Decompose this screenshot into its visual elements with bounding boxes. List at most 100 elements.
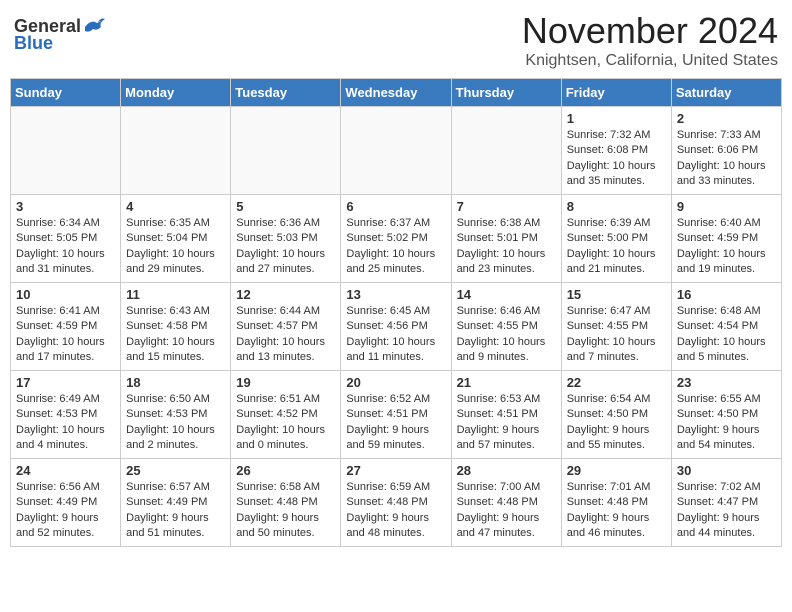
calendar-cell: 6Sunrise: 6:37 AMSunset: 5:02 PMDaylight… [341,195,451,283]
cell-info: Sunrise: 6:38 AMSunset: 5:01 PMDaylight:… [457,216,556,278]
calendar-cell: 28 Sunrise: 7:00 AMSunset: 4:48 PMDayligh… [451,459,561,547]
cell-info: Sunrise: 6:36 AMSunset: 5:03 PMDaylight:… [236,216,335,278]
col-header-friday: Friday [561,79,671,107]
cell-info: Sunrise: 6:44 AMSunset: 4:57 PMDaylight:… [236,304,335,366]
cell-info: Sunrise: 7:00 AMSunset: 4:48 PMDaylight:… [457,480,556,542]
day-number: 30 [677,463,776,478]
col-header-thursday: Thursday [451,79,561,107]
calendar-cell: 3 Sunrise: 6:34 AMSunset: 5:05 PMDaylight… [11,195,121,283]
cell-info: Sunrise: 7:33 AMSunset: 6:06 PMDaylight:… [677,128,776,190]
day-number: 12 [236,287,335,302]
cell-info: Sunrise: 7:02 AMSunset: 4:47 PMDaylight:… [677,480,776,542]
cell-info: Sunrise: 6:53 AMSunset: 4:51 PMDaylight:… [457,392,556,454]
day-number: 17 [16,375,115,390]
day-number: 14 [457,287,556,302]
calendar-cell: 19 Sunrise: 6:51 AMSunset: 4:52 PMDayligh… [231,371,341,459]
col-header-wednesday: Wednesday [341,79,451,107]
cell-info: Sunrise: 6:58 AMSunset: 4:48 PMDaylight:… [236,480,335,542]
cell-info: Sunrise: 6:54 AMSunset: 4:50 PMDaylight:… [567,392,666,454]
day-number: 1 [567,111,666,126]
calendar-cell [121,107,231,195]
cell-info: Sunrise: 6:56 AMSunset: 4:49 PMDaylight:… [16,480,115,542]
day-number: 13 [346,287,445,302]
calendar-week-row: 10 Sunrise: 6:41 AMSunset: 4:59 PMDayligh… [11,283,782,371]
calendar-cell: 17 Sunrise: 6:49 AMSunset: 4:53 PMDayligh… [11,371,121,459]
calendar-cell [231,107,341,195]
day-number: 10 [16,287,115,302]
cell-info: Sunrise: 6:47 AMSunset: 4:55 PMDaylight:… [567,304,666,366]
calendar-cell: 29 Sunrise: 7:01 AMSunset: 4:48 PMDayligh… [561,459,671,547]
title-section: November 2024 Knightsen, California, Uni… [522,10,778,70]
day-number: 20 [346,375,445,390]
cell-info: Sunrise: 6:39 AMSunset: 5:00 PMDaylight:… [567,216,666,278]
cell-info: Sunrise: 6:40 AMSunset: 4:59 PMDaylight:… [677,216,776,278]
day-number: 18 [126,375,225,390]
col-header-sunday: Sunday [11,79,121,107]
day-number: 19 [236,375,335,390]
day-number: 11 [126,287,225,302]
cell-info: Sunrise: 6:34 AMSunset: 5:05 PMDaylight:… [16,216,115,278]
cell-info: Sunrise: 6:55 AMSunset: 4:50 PMDaylight:… [677,392,776,454]
day-number: 21 [457,375,556,390]
calendar-cell: 20 Sunrise: 6:52 AMSunset: 4:51 PMDayligh… [341,371,451,459]
calendar-header-row: SundayMondayTuesdayWednesdayThursdayFrid… [11,79,782,107]
calendar-cell: 24 Sunrise: 6:56 AMSunset: 4:49 PMDayligh… [11,459,121,547]
calendar-cell [11,107,121,195]
day-number: 15 [567,287,666,302]
calendar-cell: 23 Sunrise: 6:55 AMSunset: 4:50 PMDayligh… [671,371,781,459]
calendar-cell: 21 Sunrise: 6:53 AMSunset: 4:51 PMDayligh… [451,371,561,459]
calendar-cell: 9Sunrise: 6:40 AMSunset: 4:59 PMDaylight… [671,195,781,283]
cell-info: Sunrise: 6:59 AMSunset: 4:48 PMDaylight:… [346,480,445,542]
calendar-cell: 5 Sunrise: 6:36 AMSunset: 5:03 PMDaylight… [231,195,341,283]
calendar-cell: 16Sunrise: 6:48 AMSunset: 4:54 PMDayligh… [671,283,781,371]
cell-info: Sunrise: 6:52 AMSunset: 4:51 PMDaylight:… [346,392,445,454]
cell-info: Sunrise: 6:57 AMSunset: 4:49 PMDaylight:… [126,480,225,542]
calendar-cell: 8 Sunrise: 6:39 AMSunset: 5:00 PMDaylight… [561,195,671,283]
calendar-cell: 7 Sunrise: 6:38 AMSunset: 5:01 PMDaylight… [451,195,561,283]
day-number: 24 [16,463,115,478]
day-number: 4 [126,199,225,214]
calendar-cell: 18 Sunrise: 6:50 AMSunset: 4:53 PMDayligh… [121,371,231,459]
day-number: 26 [236,463,335,478]
day-number: 5 [236,199,335,214]
cell-info: Sunrise: 6:41 AMSunset: 4:59 PMDaylight:… [16,304,115,366]
cell-info: Sunrise: 7:01 AMSunset: 4:48 PMDaylight:… [567,480,666,542]
calendar-cell: 15 Sunrise: 6:47 AMSunset: 4:55 PMDayligh… [561,283,671,371]
calendar-week-row: 1 Sunrise: 7:32 AMSunset: 6:08 PMDaylight… [11,107,782,195]
day-number: 3 [16,199,115,214]
calendar-cell: 26 Sunrise: 6:58 AMSunset: 4:48 PMDayligh… [231,459,341,547]
day-number: 2 [677,111,776,126]
calendar-cell: 22 Sunrise: 6:54 AMSunset: 4:50 PMDayligh… [561,371,671,459]
month-title: November 2024 [522,10,778,52]
header: General Blue November 2024 Knightsen, Ca… [10,10,782,70]
location-title: Knightsen, California, United States [522,52,778,70]
calendar-week-row: 17 Sunrise: 6:49 AMSunset: 4:53 PMDayligh… [11,371,782,459]
day-number: 23 [677,375,776,390]
cell-info: Sunrise: 7:32 AMSunset: 6:08 PMDaylight:… [567,128,666,190]
col-header-tuesday: Tuesday [231,79,341,107]
calendar-cell: 13 Sunrise: 6:45 AMSunset: 4:56 PMDayligh… [341,283,451,371]
cell-info: Sunrise: 6:51 AMSunset: 4:52 PMDaylight:… [236,392,335,454]
logo-bird-icon [83,17,105,35]
calendar-cell: 30 Sunrise: 7:02 AMSunset: 4:47 PMDayligh… [671,459,781,547]
cell-info: Sunrise: 6:49 AMSunset: 4:53 PMDaylight:… [16,392,115,454]
calendar-week-row: 3 Sunrise: 6:34 AMSunset: 5:05 PMDaylight… [11,195,782,283]
calendar-cell: 25 Sunrise: 6:57 AMSunset: 4:49 PMDayligh… [121,459,231,547]
cell-info: Sunrise: 6:45 AMSunset: 4:56 PMDaylight:… [346,304,445,366]
cell-info: Sunrise: 6:50 AMSunset: 4:53 PMDaylight:… [126,392,225,454]
day-number: 22 [567,375,666,390]
day-number: 7 [457,199,556,214]
col-header-monday: Monday [121,79,231,107]
calendar-table: SundayMondayTuesdayWednesdayThursdayFrid… [10,78,782,547]
calendar-cell: 11 Sunrise: 6:43 AMSunset: 4:58 PMDayligh… [121,283,231,371]
day-number: 25 [126,463,225,478]
day-number: 28 [457,463,556,478]
day-number: 29 [567,463,666,478]
calendar-cell: 1 Sunrise: 7:32 AMSunset: 6:08 PMDaylight… [561,107,671,195]
cell-info: Sunrise: 6:35 AMSunset: 5:04 PMDaylight:… [126,216,225,278]
calendar-cell: 4 Sunrise: 6:35 AMSunset: 5:04 PMDaylight… [121,195,231,283]
cell-info: Sunrise: 6:43 AMSunset: 4:58 PMDaylight:… [126,304,225,366]
day-number: 8 [567,199,666,214]
calendar-cell: 10 Sunrise: 6:41 AMSunset: 4:59 PMDayligh… [11,283,121,371]
calendar-cell [451,107,561,195]
